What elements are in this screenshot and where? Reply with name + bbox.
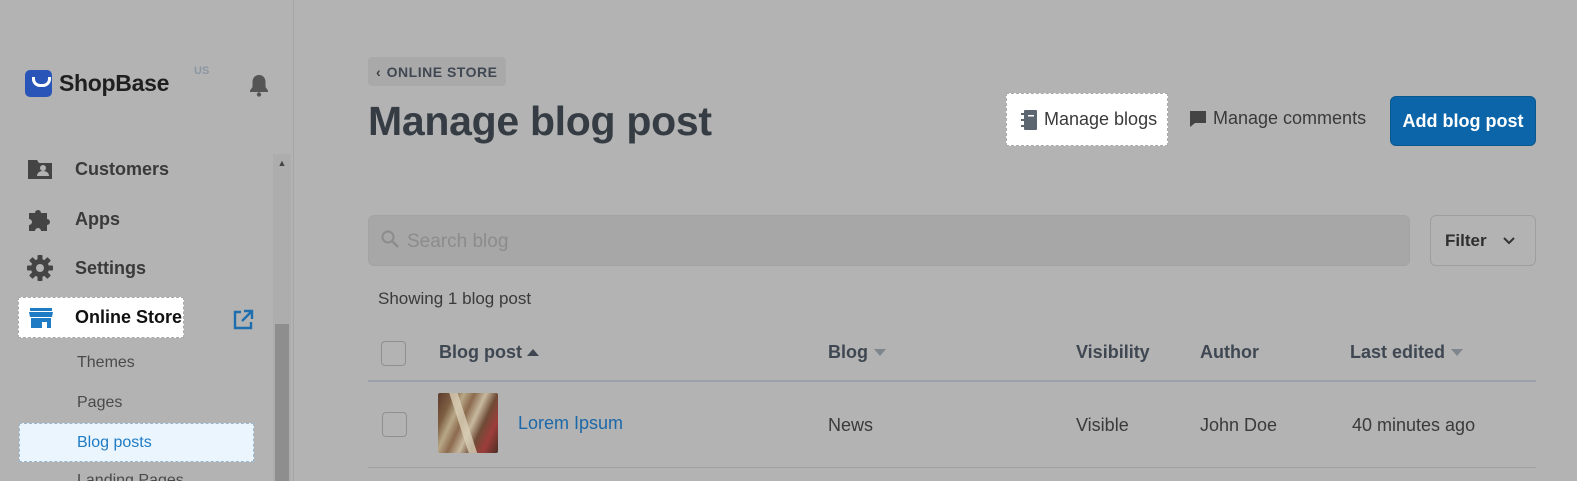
sidebar-item-settings[interactable]: Settings bbox=[25, 253, 146, 283]
table-row[interactable]: Lorem Ipsum News Visible John Doe 40 min… bbox=[368, 384, 1536, 468]
chevron-left-icon: ‹ bbox=[376, 63, 381, 80]
table-header: Blog post Blog Visibility Author Last ed… bbox=[368, 330, 1536, 382]
column-visibility: Visibility bbox=[1076, 342, 1150, 363]
scrollbar-thumb[interactable] bbox=[275, 324, 289, 481]
filter-button[interactable]: Filter bbox=[1430, 215, 1536, 266]
main-content: ‹ ONLINE STORE Manage blog post Manage b… bbox=[295, 0, 1577, 481]
sidebar-item-apps[interactable]: Apps bbox=[25, 204, 120, 234]
column-label: Visibility bbox=[1076, 342, 1150, 362]
row-checkbox[interactable] bbox=[382, 412, 407, 437]
column-last-edited[interactable]: Last edited bbox=[1350, 342, 1464, 363]
sidebar-scrollbar[interactable]: ▲ bbox=[273, 154, 291, 481]
search-icon bbox=[380, 229, 400, 254]
breadcrumb-label: ONLINE STORE bbox=[386, 63, 498, 80]
sidebar-subitem-pages[interactable]: Pages bbox=[77, 394, 122, 412]
sidebar-subitem-themes[interactable]: Themes bbox=[77, 354, 135, 372]
shopbase-logo[interactable]: ShopBase US bbox=[25, 65, 209, 97]
shopbase-logo-icon bbox=[25, 70, 52, 97]
sidebar-item-label: Customers bbox=[75, 158, 170, 179]
column-blog-post[interactable]: Blog post bbox=[439, 342, 539, 363]
sidebar-item-label: Apps bbox=[75, 208, 120, 229]
notebook-icon bbox=[1020, 109, 1038, 131]
blog-post-title-link[interactable]: Lorem Ipsum bbox=[518, 413, 623, 434]
result-count: Showing 1 blog post bbox=[378, 289, 532, 308]
bell-icon[interactable] bbox=[248, 73, 270, 102]
customers-icon bbox=[25, 154, 55, 184]
scroll-up-icon[interactable]: ▲ bbox=[273, 158, 291, 172]
manage-comments-button[interactable]: Manage comments bbox=[1188, 108, 1366, 129]
comment-icon bbox=[1188, 109, 1208, 129]
select-all-checkbox[interactable] bbox=[381, 341, 406, 366]
manage-comments-label: Manage comments bbox=[1213, 108, 1367, 128]
manage-blogs-button[interactable]: Manage blogs bbox=[1006, 93, 1168, 146]
last-edited-cell: 40 minutes ago bbox=[1352, 415, 1476, 435]
visibility-cell: Visible bbox=[1076, 415, 1129, 435]
manage-blogs-label: Manage blogs bbox=[1044, 109, 1158, 129]
sort-desc-icon bbox=[1451, 349, 1464, 356]
sidebar-subitem-label: Blog posts bbox=[77, 434, 152, 451]
search-placeholder: Search blog bbox=[407, 231, 509, 252]
author-cell: John Doe bbox=[1200, 415, 1278, 435]
add-blog-post-button[interactable]: Add blog post bbox=[1390, 96, 1536, 146]
column-label: Blog bbox=[828, 342, 868, 362]
column-label: Blog post bbox=[439, 342, 522, 362]
sort-desc-icon bbox=[874, 349, 886, 356]
search-input[interactable]: Search blog bbox=[368, 215, 1410, 266]
filter-label: Filter bbox=[1445, 230, 1487, 250]
puzzle-icon bbox=[25, 204, 55, 234]
column-author: Author bbox=[1200, 342, 1259, 363]
brand-name: ShopBase bbox=[59, 70, 170, 96]
sort-asc-icon bbox=[527, 349, 539, 356]
sidebar-subitem-landing-pages[interactable]: Landing Pages bbox=[77, 472, 184, 481]
column-blog[interactable]: Blog bbox=[828, 342, 886, 363]
blog-post-thumbnail bbox=[438, 393, 498, 453]
gear-icon bbox=[25, 253, 55, 283]
sidebar: ShopBase US Customers Apps Settings Onli… bbox=[0, 0, 294, 481]
sidebar-subitem-blog-posts[interactable]: Blog posts bbox=[19, 423, 254, 462]
blog-cell: News bbox=[828, 415, 874, 435]
external-link-icon[interactable] bbox=[232, 309, 254, 336]
sidebar-item-label: Settings bbox=[75, 257, 147, 278]
column-label: Author bbox=[1200, 342, 1259, 362]
page-title: Manage blog post bbox=[368, 98, 712, 144]
sidebar-item-customers[interactable]: Customers bbox=[25, 154, 169, 184]
breadcrumb[interactable]: ‹ ONLINE STORE bbox=[368, 57, 507, 86]
brand-region: US bbox=[194, 65, 210, 77]
sidebar-item-online-store[interactable]: Online Store bbox=[18, 297, 184, 338]
sidebar-item-label: Online Store bbox=[75, 307, 183, 327]
column-label: Last edited bbox=[1350, 342, 1446, 362]
chevron-down-icon bbox=[1502, 236, 1515, 245]
store-icon bbox=[26, 303, 56, 333]
